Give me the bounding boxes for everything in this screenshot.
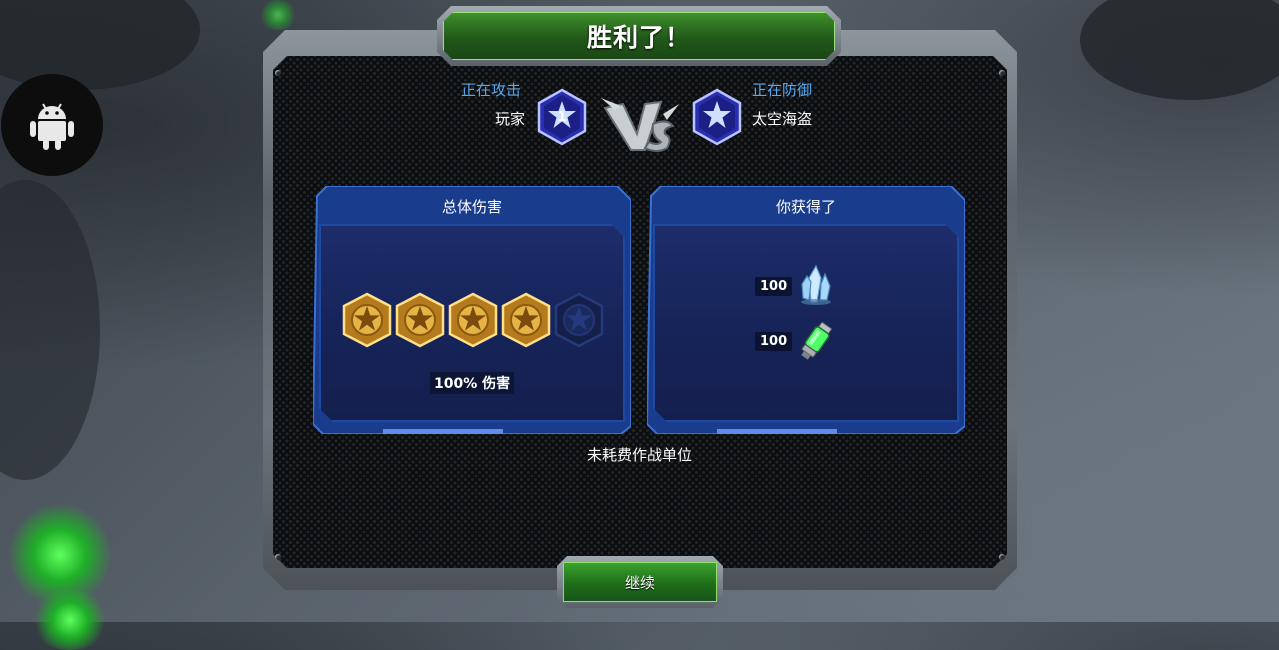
defender-rank-badge xyxy=(691,88,743,146)
reward-amount: 100 xyxy=(755,277,793,296)
android-button[interactable] xyxy=(1,74,103,176)
terrain-rock xyxy=(1080,0,1279,100)
energy-crystal-glow xyxy=(30,590,110,650)
android-icon xyxy=(30,103,74,150)
defender-name: 太空海盗 xyxy=(752,110,813,128)
rewards-panel: 你获得了 100 100 xyxy=(647,186,965,434)
damage-percent: 100% 伤害 xyxy=(430,372,515,394)
rivet xyxy=(275,70,281,76)
star-medal-earned-icon xyxy=(500,292,552,348)
attacker-rank-number: 1 xyxy=(557,109,567,125)
title-banner-inner: 胜利了！ xyxy=(443,12,835,60)
crystal-icon xyxy=(801,264,831,305)
continue-button-frame: 继续 xyxy=(557,556,723,608)
damage-panel: 总体伤害 100% 伤害 xyxy=(313,186,631,434)
star-medal-earned-icon xyxy=(341,292,393,348)
gas-canister-icon xyxy=(801,321,832,360)
vs-emblem-icon xyxy=(601,98,679,152)
rivet xyxy=(275,554,281,560)
rivet xyxy=(999,554,1005,560)
title-banner: 胜利了！ xyxy=(437,6,841,66)
defender-label: 正在防御 xyxy=(752,81,813,99)
rivet xyxy=(999,70,1005,76)
star-medal-empty-icon xyxy=(553,292,605,348)
attacker-rank-badge: 1 xyxy=(536,88,588,146)
energy-crystal-glow xyxy=(258,0,298,30)
reward-amount: 100 xyxy=(755,332,793,351)
victory-title: 胜利了！ xyxy=(586,23,691,52)
attacker-label: 正在攻击 xyxy=(461,81,522,99)
rank-star-icon xyxy=(692,88,742,146)
star-medal-earned-icon xyxy=(447,292,499,348)
continue-button[interactable]: 继续 xyxy=(563,562,717,602)
terrain-rock xyxy=(0,0,200,90)
damage-panel-title: 总体伤害 xyxy=(441,198,502,216)
terrain-rock xyxy=(0,180,100,480)
no-units-lost-note: 未耗费作战单位 xyxy=(586,446,692,464)
rewards-panel-title: 你获得了 xyxy=(775,198,836,216)
attacker-name: 玩家 xyxy=(495,110,526,128)
star-medal-earned-icon xyxy=(394,292,446,348)
